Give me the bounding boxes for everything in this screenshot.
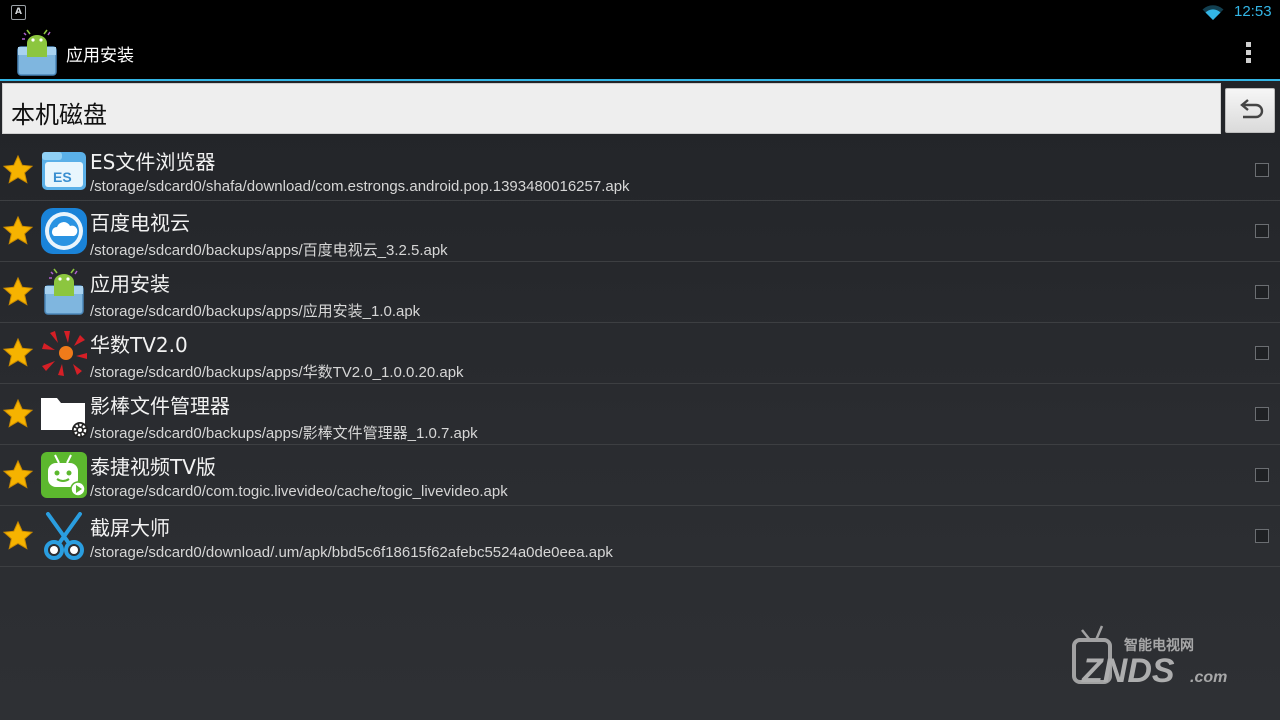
- apk-list: ES ES文件浏览器 /storage/sdcard0/shafa/downlo…: [0, 140, 1280, 567]
- star-icon[interactable]: [2, 337, 34, 369]
- current-path: 本机磁盘: [11, 101, 107, 129]
- select-checkbox[interactable]: [1255, 163, 1269, 177]
- app-name: 应用安装: [90, 272, 170, 296]
- apk-path: /storage/sdcard0/backups/apps/华数TV2.0_1.…: [90, 364, 464, 381]
- list-item[interactable]: 泰捷视频TV版 /storage/sdcard0/com.togic.livev…: [0, 445, 1280, 506]
- apk-path: /storage/sdcard0/backups/apps/应用安装_1.0.a…: [90, 303, 421, 320]
- star-icon[interactable]: [2, 154, 34, 186]
- list-item[interactable]: ES ES文件浏览器 /storage/sdcard0/shafa/downlo…: [0, 140, 1280, 201]
- select-checkbox[interactable]: [1255, 346, 1269, 360]
- apk-path: /storage/sdcard0/shafa/download/com.estr…: [90, 178, 630, 195]
- watermark-suffix: .com: [1190, 669, 1227, 686]
- app-name: 影棒文件管理器: [90, 394, 230, 418]
- android-box-icon: [44, 268, 84, 315]
- es-file-explorer-icon: ES: [42, 152, 86, 190]
- svg-text:ES: ES: [53, 169, 72, 185]
- overflow-menu-icon[interactable]: [1236, 39, 1260, 67]
- select-checkbox[interactable]: [1255, 468, 1269, 482]
- app-name: 泰捷视频TV版: [90, 455, 216, 479]
- wasu-tv-icon: [42, 331, 87, 376]
- togic-tv-icon: [41, 452, 87, 498]
- select-checkbox[interactable]: [1255, 529, 1269, 543]
- list-item[interactable]: 华数TV2.0 /storage/sdcard0/backups/apps/华数…: [0, 323, 1280, 384]
- scissors-icon: [44, 512, 84, 560]
- clock: 12:53: [1234, 3, 1272, 20]
- apk-path: /storage/sdcard0/backups/apps/百度电视云_3.2.…: [90, 242, 448, 259]
- list-item[interactable]: 截屏大师 /storage/sdcard0/download/.um/apk/b…: [0, 506, 1280, 567]
- baidu-cloud-icon: [41, 208, 87, 254]
- star-icon[interactable]: [2, 276, 34, 308]
- app-name: 百度电视云: [90, 211, 190, 235]
- star-icon[interactable]: [2, 459, 34, 491]
- star-icon[interactable]: [2, 398, 34, 430]
- list-item[interactable]: 应用安装 /storage/sdcard0/backups/apps/应用安装_…: [0, 262, 1280, 323]
- app-name: 华数TV2.0: [90, 333, 188, 357]
- android-box-icon[interactable]: [14, 29, 60, 77]
- notification-icon: A: [11, 5, 26, 20]
- app-name: 截屏大师: [90, 516, 170, 540]
- back-button[interactable]: [1225, 88, 1275, 133]
- path-field[interactable]: 本机磁盘: [2, 83, 1221, 134]
- app-title: 应用安装: [66, 46, 134, 66]
- undo-icon: [1240, 99, 1264, 119]
- znds-watermark-logo: 智能电视网 ZNDS .com: [1072, 625, 1227, 690]
- select-checkbox[interactable]: [1255, 407, 1269, 421]
- watermark-brand: ZNDS: [1081, 652, 1175, 690]
- app-name: ES文件浏览器: [90, 150, 216, 174]
- apk-path: /storage/sdcard0/download/.um/apk/bbd5c6…: [90, 544, 613, 561]
- select-checkbox[interactable]: [1255, 224, 1269, 238]
- wifi-icon: [1202, 5, 1224, 20]
- star-icon[interactable]: [2, 215, 34, 247]
- star-icon[interactable]: [2, 520, 34, 552]
- status-bar: A 12:53: [0, 0, 1280, 25]
- list-item[interactable]: 百度电视云 /storage/sdcard0/backups/apps/百度电视…: [0, 201, 1280, 262]
- folder-gear-icon: [41, 398, 88, 438]
- apk-path: /storage/sdcard0/backups/apps/影棒文件管理器_1.…: [90, 425, 478, 442]
- select-checkbox[interactable]: [1255, 285, 1269, 299]
- action-bar: 应用安装: [0, 25, 1280, 81]
- apk-path: /storage/sdcard0/com.togic.livevideo/cac…: [90, 483, 508, 500]
- list-item[interactable]: 影棒文件管理器 /storage/sdcard0/backups/apps/影棒…: [0, 384, 1280, 445]
